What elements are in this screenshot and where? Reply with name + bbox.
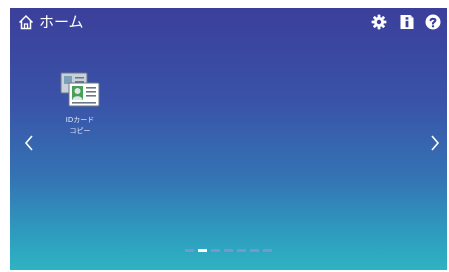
header-bar: ホーム [10, 8, 447, 36]
page-title: ホーム [39, 13, 84, 31]
home-icon[interactable] [18, 14, 34, 30]
chevron-left-icon[interactable] [23, 134, 35, 152]
app-tile-id-card-copy[interactable]: IDカード コピー [50, 72, 110, 154]
chevron-right-icon[interactable] [429, 134, 441, 152]
page-dot[interactable] [185, 249, 194, 252]
info-icon[interactable] [399, 14, 415, 30]
page-dot[interactable] [263, 249, 272, 252]
page-dot[interactable] [211, 249, 220, 252]
page-dot[interactable] [224, 249, 233, 252]
page-dot[interactable] [250, 249, 259, 252]
page-dot[interactable] [237, 249, 246, 252]
id-card-icon [60, 72, 100, 107]
help-icon[interactable] [425, 14, 441, 30]
page-dot[interactable] [198, 249, 207, 252]
app-label: IDカード コピー [65, 116, 95, 135]
gear-icon[interactable] [371, 14, 387, 30]
home-screen: ホーム IDカード コピー [10, 8, 447, 270]
page-indicator [185, 249, 272, 253]
